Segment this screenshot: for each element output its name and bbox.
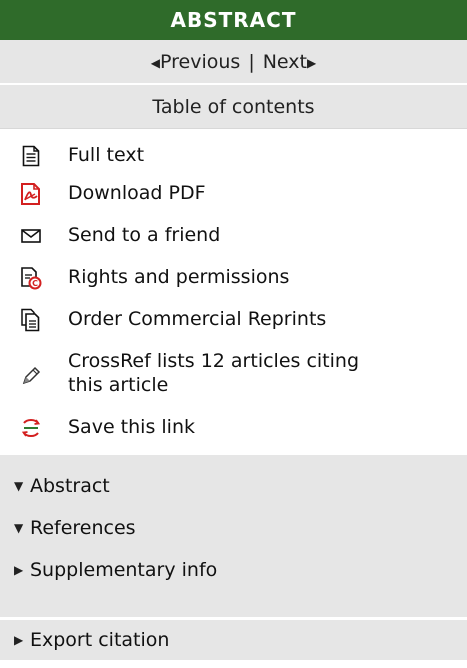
- pdf-icon: [18, 181, 44, 207]
- table-of-contents-link[interactable]: Table of contents: [0, 85, 467, 129]
- section-spacer: [0, 589, 467, 617]
- svg-text:C: C: [32, 279, 38, 288]
- export-citation-label: Export citation: [30, 629, 170, 651]
- rights-permissions-link[interactable]: C Rights and permissions: [0, 261, 467, 303]
- rights-permissions-label: Rights and permissions: [68, 266, 290, 288]
- next-label: Next: [262, 50, 307, 73]
- triangle-right-icon: ▶: [306, 55, 317, 70]
- section-navigation: ▼ Abstract ▼ References ▶ Supplementary …: [0, 455, 467, 589]
- crossref-citing-link[interactable]: CrossRef lists 12 articles citing this a…: [0, 345, 467, 411]
- crossref-line-2: this article: [68, 374, 169, 396]
- download-pdf-link[interactable]: Download PDF: [0, 177, 467, 219]
- reprints-icon: [18, 307, 44, 333]
- previous-label: Previous: [160, 50, 241, 73]
- section-references[interactable]: ▼ References: [0, 507, 467, 549]
- pen-icon: [18, 363, 44, 389]
- save-link-link[interactable]: Save this link: [0, 411, 467, 455]
- download-pdf-label: Download PDF: [68, 182, 206, 204]
- full-text-label: Full text: [68, 144, 145, 166]
- order-reprints-link[interactable]: Order Commercial Reprints: [0, 303, 467, 345]
- export-citation-link[interactable]: ▶ Export citation: [0, 620, 467, 660]
- next-link[interactable]: Next▶: [263, 51, 317, 73]
- send-to-friend-link[interactable]: Send to a friend: [0, 219, 467, 261]
- save-link-icon: [18, 415, 44, 441]
- crossref-line-1: CrossRef lists 12 articles citing: [68, 350, 360, 372]
- section-supplementary-label: Supplementary info: [30, 559, 218, 581]
- nav-separator: |: [248, 50, 255, 73]
- envelope-icon: [18, 223, 44, 249]
- save-link-label: Save this link: [68, 416, 195, 438]
- send-to-friend-label: Send to a friend: [68, 224, 221, 246]
- triangle-right-icon: ▶: [14, 563, 24, 577]
- previous-link[interactable]: ◀Previous: [151, 51, 241, 73]
- article-links-list: Full text Download PDF Send to a friend …: [0, 129, 467, 455]
- triangle-down-icon: ▼: [14, 479, 24, 493]
- panel-header: ABSTRACT: [0, 0, 467, 40]
- section-abstract[interactable]: ▼ Abstract: [0, 465, 467, 507]
- triangle-right-icon: ▶: [14, 633, 24, 647]
- toc-label: Table of contents: [152, 95, 315, 118]
- article-tools-panel: ABSTRACT ◀Previous | Next▶ Table of cont…: [0, 0, 467, 668]
- document-icon: [18, 143, 44, 169]
- article-navigation: ◀Previous | Next▶: [0, 40, 467, 85]
- section-supplementary-info[interactable]: ▶ Supplementary info: [0, 549, 467, 591]
- section-abstract-label: Abstract: [30, 475, 110, 497]
- rights-icon: C: [18, 265, 44, 291]
- order-reprints-label: Order Commercial Reprints: [68, 308, 327, 330]
- section-references-label: References: [30, 517, 136, 539]
- triangle-down-icon: ▼: [14, 521, 24, 535]
- header-title: ABSTRACT: [170, 8, 297, 32]
- full-text-link[interactable]: Full text: [0, 135, 467, 177]
- triangle-left-icon: ◀: [150, 55, 161, 70]
- crossref-citing-label: CrossRef lists 12 articles citing this a…: [68, 349, 359, 397]
